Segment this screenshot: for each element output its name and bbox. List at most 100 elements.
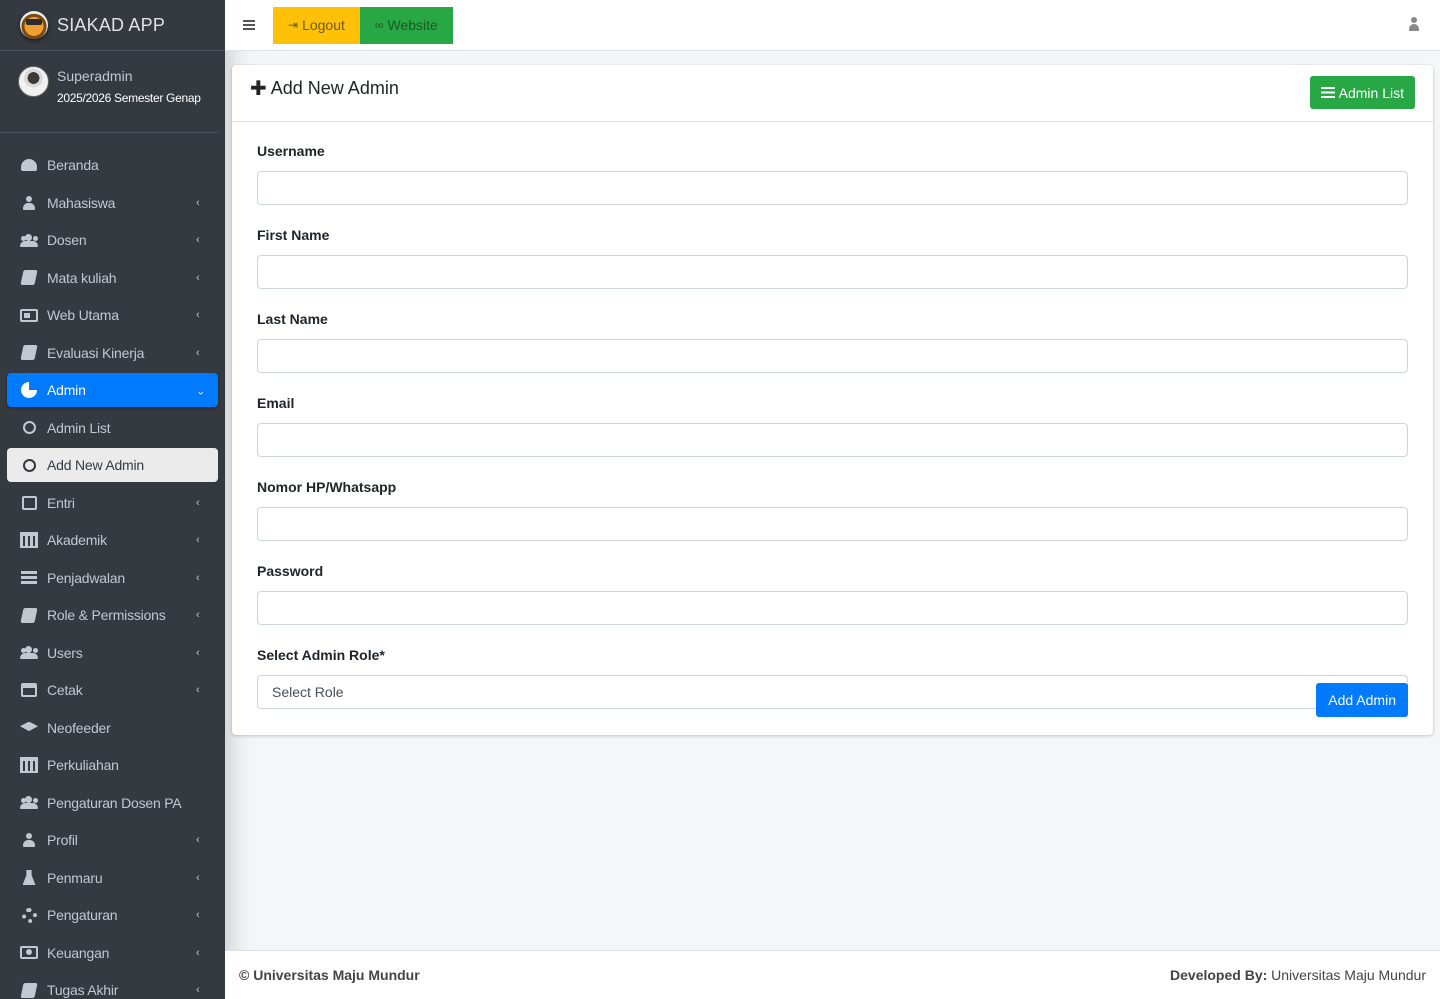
first-name-label: First Name [257,227,330,243]
users-icon [19,795,39,811]
flask-icon [19,870,39,886]
chevron-left-icon: ‹ [196,946,200,959]
sidebar-item-label: Web Utama [47,307,119,323]
sidebar-nav: Beranda Mahasiswa ‹ Dosen ‹ Mata kuliah ‹ W… [0,133,225,999]
sidebar: SIAKAD APP Superadmin 2025/2026 Semester… [0,0,225,999]
admin-list-button[interactable]: Admin List [1309,76,1415,109]
users-icon [19,645,39,661]
sidebar-item-users[interactable]: Users ‹ [7,636,218,670]
sidebar-item-web-utama[interactable]: Web Utama ‹ [7,298,218,332]
password-input[interactable] [257,591,1408,625]
add-admin-button[interactable]: Add Admin [1316,683,1408,717]
sidebar-item-tugas-akhir[interactable]: Tugas Akhir ‹ [7,973,218,999]
email-label: Email [257,395,295,411]
sidebar-item-label: Beranda [47,157,99,173]
username-input[interactable] [257,171,1408,205]
money-icon [19,945,39,961]
password-group: Password [257,563,1408,625]
edit-icon [19,495,39,511]
role-select[interactable]: Select Role [257,675,1408,709]
avatar [18,66,49,97]
users-icon [19,232,39,248]
footer-copyright: © Universitas Maju Mundur [239,967,420,983]
sidebar-item-label: Entri [47,494,75,511]
chevron-left-icon: ‹ [196,234,200,246]
dashboard-icon [19,157,39,173]
chevron-left-icon: ‹ [196,496,200,509]
user-menu-icon[interactable] [1408,17,1420,31]
logout-button[interactable]: ⇥ Logout [273,6,360,44]
graduation-cap-icon [19,720,39,736]
brand-logo-icon [20,11,48,39]
role-label: Select Admin Role* [257,647,385,663]
chevron-left-icon: ‹ [196,609,200,621]
first-name-input[interactable] [257,255,1408,289]
sidebar-item-label: Add New Admin [47,457,145,473]
newspaper-icon [19,307,39,323]
sidebar-item-admin[interactable]: Admin ‹ [7,373,218,407]
sidebar-item-pengaturan[interactable]: Pengaturan ‹ [7,898,218,932]
sidebar-item-keuangan[interactable]: Keuangan ‹ [7,936,218,970]
link-icon: ∞ [374,18,384,32]
brand-link[interactable]: SIAKAD APP [0,0,225,51]
email-input[interactable] [257,423,1408,457]
last-name-input[interactable] [257,339,1408,373]
chevron-down-icon: ‹ [195,391,207,395]
sidebar-item-penjadwalan[interactable]: Penjadwalan ‹ [7,561,218,595]
sidebar-item-neofeeder[interactable]: Neofeeder [7,711,218,745]
sidebar-item-perkuliahan[interactable]: Perkuliahan [7,748,218,782]
chevron-left-icon: ‹ [196,196,200,209]
sidebar-item-mahasiswa[interactable]: Mahasiswa ‹ [7,186,218,220]
first-name-group: First Name [257,227,1408,289]
list-icon [1320,87,1335,98]
sidebar-item-label: Profil [47,832,78,848]
footer-developer: Developed By: Universitas Maju Mundur [1170,967,1426,983]
sidebar-item-pengaturan-dosen-pa[interactable]: Pengaturan Dosen PA [7,786,218,820]
chevron-left-icon: ‹ [196,534,200,546]
sidebar-item-label: Pengaturan Dosen PA [47,794,182,811]
sidebar-item-mata-kuliah[interactable]: Mata kuliah ‹ [7,261,218,295]
circle-icon [19,420,39,436]
chevron-left-icon: ‹ [196,271,200,284]
menu-toggle-button[interactable] [225,0,273,51]
sidebar-item-label: Mahasiswa [47,194,116,211]
sidebar-item-profil[interactable]: Profil ‹ [7,823,218,857]
username-label: Username [257,143,325,159]
sidebar-item-akademik[interactable]: Akademik ‹ [7,523,218,557]
sidebar-item-cetak[interactable]: Cetak ‹ [7,673,218,707]
list-icon [19,570,39,586]
brand-title: SIAKAD APP [57,14,166,35]
phone-input[interactable] [257,507,1408,541]
user-panel: Superadmin 2025/2026 Semester Genap [0,51,218,133]
phone-label: Nomor HP/Whatsapp [257,479,397,495]
sidebar-item-label: Perkuliahan [47,757,119,773]
footer-dev-prefix: Developed By: [1170,967,1268,983]
sidebar-item-add-new-admin[interactable]: Add New Admin [7,448,218,482]
logout-label: Logout [302,17,345,33]
sidebar-item-label: Users [47,644,83,661]
user-icon [19,195,39,211]
sidebar-item-evaluasi-kinerja[interactable]: Evaluasi Kinerja ‹ [7,336,218,370]
sidebar-item-entri[interactable]: Entri ‹ [7,486,218,520]
book-icon [19,270,39,286]
sidebar-item-penmaru[interactable]: Penmaru ‹ [7,861,218,895]
website-button[interactable]: ∞ Website [359,6,453,44]
sidebar-item-label: Keuangan [47,944,110,961]
university-icon [19,532,39,548]
sidebar-item-beranda[interactable]: Beranda [7,148,218,182]
email-group: Email [257,395,1408,457]
footer-dev-name: Universitas Maju Mundur [1267,967,1426,983]
footer: © Universitas Maju Mundur Developed By: … [225,950,1440,999]
chevron-left-icon: ‹ [196,346,200,359]
hamburger-icon [243,20,255,30]
chevron-left-icon: ‹ [196,834,200,846]
sidebar-item-dosen[interactable]: Dosen ‹ [7,223,218,257]
username-group: Username [257,143,1408,205]
sidebar-item-label: Admin List [47,419,111,436]
phone-group: Nomor HP/Whatsapp [257,479,1408,541]
admin-list-label: Admin List [1338,84,1404,101]
user-name[interactable]: Superadmin [57,68,201,84]
sidebar-item-role-permissions[interactable]: Role & Permissions ‹ [7,598,218,632]
add-admin-card: ✚ Add New Admin Admin List Username Firs… [232,65,1433,735]
sidebar-item-admin-list[interactable]: Admin List [7,411,218,445]
